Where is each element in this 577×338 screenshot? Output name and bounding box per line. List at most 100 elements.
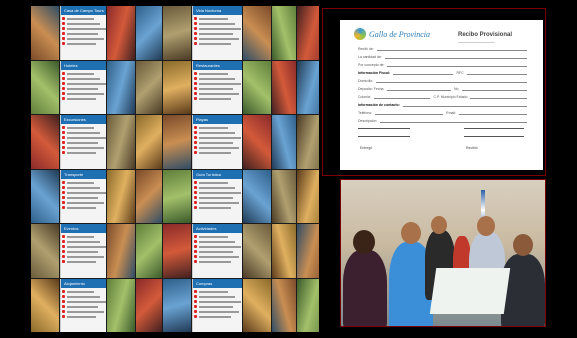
bullet-icon xyxy=(194,235,197,238)
info-card-header: Vida Nocturna xyxy=(193,6,242,15)
info-card-title: Playas xyxy=(196,117,209,122)
info-card-header: Playas xyxy=(193,115,242,124)
info-card: Alojamiento xyxy=(60,278,106,332)
bullet-icon xyxy=(62,86,65,90)
logo-text: Gallo de Provincia xyxy=(369,29,431,39)
receipt-field-line xyxy=(376,47,527,51)
text-line xyxy=(67,201,104,204)
bullet-icon xyxy=(194,17,197,20)
info-card-header: Compras xyxy=(193,278,242,288)
bullet-icon xyxy=(194,126,197,129)
bullet-icon xyxy=(194,91,197,95)
text-line xyxy=(199,97,231,100)
text-line xyxy=(67,147,104,149)
text-line xyxy=(67,82,106,85)
bullet-icon xyxy=(62,131,65,134)
text-line xyxy=(67,152,97,154)
text-line xyxy=(199,241,235,243)
receipt-document: Gallo de Provincia Recibo Provisional __… xyxy=(340,20,543,170)
collage-photo xyxy=(31,115,59,169)
collage-photo xyxy=(272,115,296,169)
bullet-icon xyxy=(194,195,197,199)
text-line xyxy=(67,300,106,303)
bullet-icon xyxy=(194,27,197,30)
info-card: Compras xyxy=(192,278,242,332)
receipt-field: La cantidad de: xyxy=(358,54,527,59)
text-line xyxy=(67,181,94,184)
collage-photo xyxy=(272,6,296,60)
person-gray-head xyxy=(477,216,495,236)
text-line xyxy=(199,87,233,90)
info-card-title: Alojamiento xyxy=(64,280,85,286)
bullet-icon xyxy=(62,42,65,45)
text-line xyxy=(199,18,229,20)
text-line xyxy=(199,251,233,253)
bullet-icon xyxy=(62,289,65,293)
receipt-field-label: Descripción: xyxy=(358,119,378,123)
bullet-icon xyxy=(62,314,65,318)
collage-photo xyxy=(272,169,296,223)
bullet-icon xyxy=(62,126,65,129)
collage-photo xyxy=(107,278,135,332)
receipt-field-line xyxy=(462,87,528,91)
info-card-header: Eventos xyxy=(61,224,106,233)
person-right xyxy=(501,254,545,326)
bullet-icon xyxy=(194,255,197,258)
receipt-field-label: La cantidad de: xyxy=(358,55,382,59)
receipt-field-line xyxy=(376,79,527,83)
info-card: Actividades xyxy=(192,224,242,278)
text-line xyxy=(67,305,99,308)
text-line xyxy=(199,147,240,149)
collage-photo xyxy=(107,169,135,223)
bullet-icon xyxy=(194,260,197,263)
info-card-header: Excursiones xyxy=(61,115,106,124)
receipt-field: Colonia: C.P. Municipio Estado xyxy=(358,94,528,99)
bullet-icon xyxy=(62,76,65,80)
bullet-icon xyxy=(194,71,197,75)
text-line xyxy=(67,77,100,80)
text-line xyxy=(67,241,100,243)
receipt-field-line xyxy=(384,55,527,59)
text-line xyxy=(199,43,231,45)
signature-line-left xyxy=(358,128,410,129)
bullet-icon xyxy=(194,37,197,40)
person-left-head xyxy=(353,230,375,254)
receipt-field-label: Información Fiscal: xyxy=(358,71,391,75)
receipt-field: Recibí de: xyxy=(358,46,527,51)
logo-mark-icon xyxy=(354,28,366,40)
receipt-field-line xyxy=(470,95,528,99)
table-papers xyxy=(429,268,511,314)
text-line xyxy=(67,251,99,253)
bullet-icon xyxy=(194,42,197,45)
info-card: Transporte xyxy=(60,169,106,223)
bullet-icon xyxy=(194,304,197,308)
text-line xyxy=(199,315,231,318)
info-card-title: Transporte xyxy=(64,171,84,177)
text-line xyxy=(199,236,229,238)
text-line xyxy=(67,196,99,199)
receipt-field: Deposito: Fecha No. xyxy=(358,86,528,91)
bullet-icon xyxy=(194,294,197,298)
bullet-icon xyxy=(194,299,197,303)
info-card-title: Guía Turística xyxy=(196,171,221,177)
text-line xyxy=(67,315,97,318)
collage-photo xyxy=(272,224,296,278)
collage-photo xyxy=(163,60,191,114)
text-line xyxy=(199,142,233,144)
person-blue-head xyxy=(401,222,421,244)
receipt-field-label: Domicilio: xyxy=(358,79,374,83)
collage-photo xyxy=(107,60,135,114)
info-card-header: Hoteles xyxy=(61,60,106,70)
bullet-icon xyxy=(62,180,65,184)
text-line xyxy=(67,142,99,144)
signature-line-right-2 xyxy=(464,136,524,137)
bullet-icon xyxy=(194,190,197,194)
bullet-icon xyxy=(62,151,65,154)
text-line xyxy=(67,191,106,194)
info-card: Casa de Campo Tours xyxy=(60,6,106,60)
bullet-icon xyxy=(194,96,197,100)
receipt-field-line xyxy=(380,119,527,123)
bullet-icon xyxy=(62,235,65,238)
receipt-field-line xyxy=(387,63,527,67)
info-card-title: Restaurantes xyxy=(196,62,220,68)
